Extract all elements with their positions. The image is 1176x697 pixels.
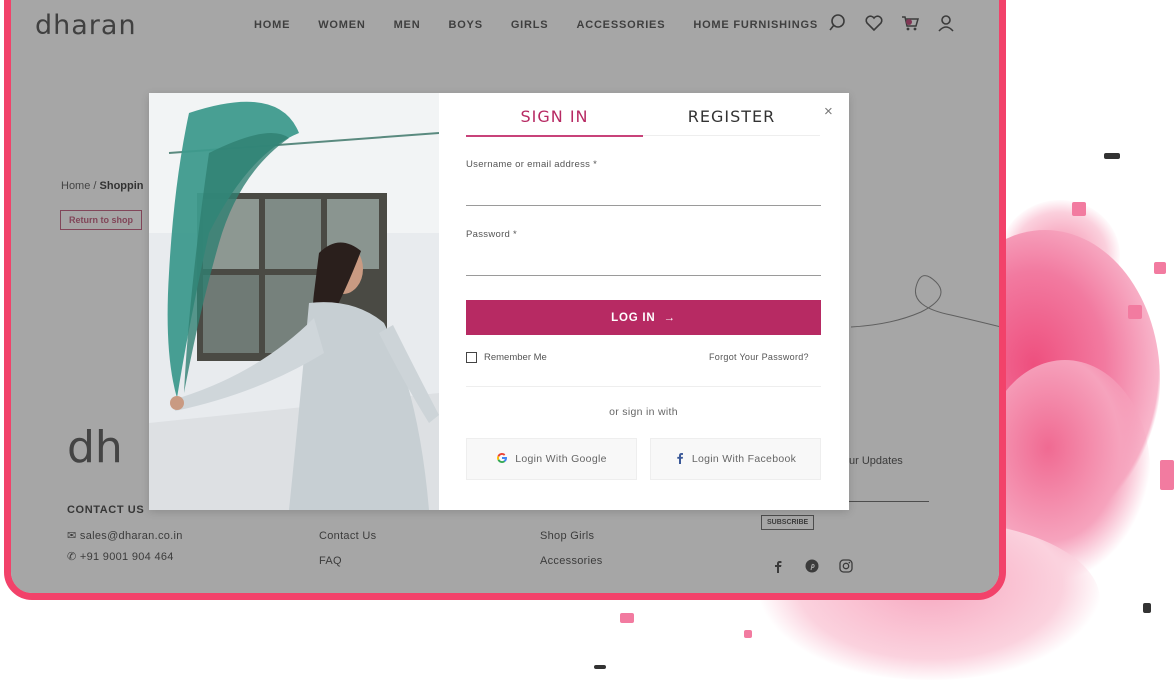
log-in-label: LOG IN: [611, 311, 656, 324]
splash-dot: [1160, 460, 1174, 490]
log-in-button[interactable]: LOG IN →: [466, 300, 821, 335]
google-login-button[interactable]: Login With Google: [466, 438, 637, 480]
screenshot-stage: dharan HOME WOMEN MEN BOYS GIRLS ACCESSO…: [0, 0, 1176, 697]
facebook-login-button[interactable]: Login With Facebook: [650, 438, 821, 480]
tab-register[interactable]: REGISTER: [643, 107, 820, 136]
username-input[interactable]: [466, 180, 821, 206]
splash-dot: [1154, 262, 1166, 274]
splash-dot: [620, 613, 634, 623]
arrow-right-icon: →: [663, 311, 676, 324]
splash-dot: [1104, 153, 1120, 159]
splash-dot: [594, 665, 606, 669]
password-input[interactable]: [466, 250, 821, 276]
splash-dot: [1128, 305, 1142, 319]
facebook-login-label: Login With Facebook: [691, 453, 797, 465]
divider: [466, 386, 821, 387]
remember-me-checkbox[interactable]: [466, 352, 477, 363]
auth-panel: SIGN IN REGISTER × Username or email add…: [439, 93, 849, 510]
password-label: Password *: [466, 229, 518, 240]
login-modal: SIGN IN REGISTER × Username or email add…: [149, 93, 849, 510]
splash-dot: [744, 630, 752, 638]
remember-me[interactable]: Remember Me: [466, 352, 547, 363]
remember-me-label: Remember Me: [484, 352, 547, 363]
splash-dot: [1072, 202, 1086, 216]
username-label: Username or email address *: [466, 159, 598, 170]
google-icon: [496, 452, 508, 467]
model-photo: [149, 93, 439, 510]
or-sign-in-with-text: or sign in with: [609, 406, 678, 418]
facebook-icon: [675, 452, 685, 467]
forgot-password-link[interactable]: Forgot Your Password?: [709, 352, 809, 362]
splash-dot: [1143, 603, 1151, 613]
tab-sign-in[interactable]: SIGN IN: [466, 107, 643, 137]
google-login-label: Login With Google: [515, 453, 607, 465]
close-icon[interactable]: ×: [824, 103, 833, 120]
